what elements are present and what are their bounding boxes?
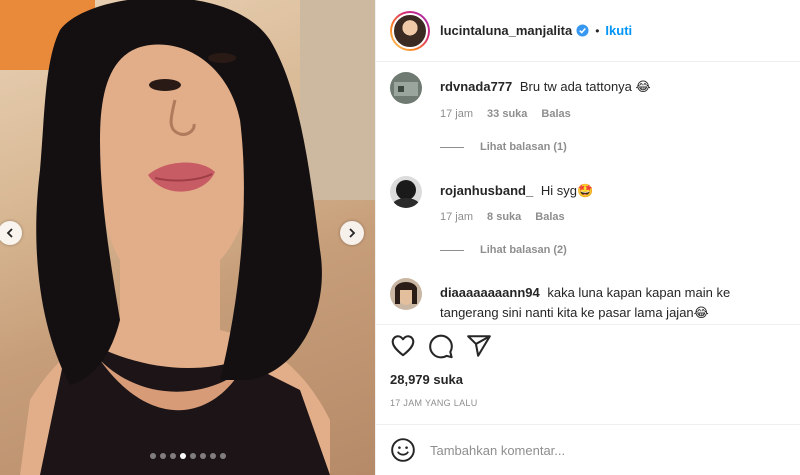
view-replies-button[interactable]: Lihat balasan (1) xyxy=(440,141,567,153)
reply-button[interactable]: Balas xyxy=(535,211,564,223)
author-avatar[interactable] xyxy=(390,10,430,51)
add-comment-bar xyxy=(376,424,800,475)
next-slide-button[interactable] xyxy=(340,221,364,245)
comment-time[interactable]: 17 jam xyxy=(440,211,473,223)
chevron-right-icon xyxy=(349,228,356,238)
comment-input[interactable] xyxy=(430,442,770,458)
slide-dot xyxy=(159,453,166,459)
reply-button[interactable]: Balas xyxy=(541,108,570,120)
comment-text-block: rdvnada777 Bru tw ada tattonya 😂 xyxy=(440,77,790,98)
comment-list: rdvnada777 Bru tw ada tattonya 😂 17 jam … xyxy=(376,62,800,324)
slide-dot-active xyxy=(179,453,186,459)
commenter-avatar[interactable] xyxy=(390,72,422,104)
comment-text-block: diaaaaaaaann94 kaka luna kapan kapan mai… xyxy=(440,283,790,324)
commenter-username[interactable]: rdvnada777 xyxy=(440,79,512,94)
slide-dot xyxy=(199,453,206,459)
comment-bubble-icon[interactable] xyxy=(428,333,454,359)
slide-dot xyxy=(209,453,216,459)
view-replies-label: Lihat balasan (2) xyxy=(480,244,567,256)
comment-meta: 17 jam 8 suka Balas xyxy=(440,211,565,223)
header-separator: • xyxy=(595,23,600,38)
slide-indicator xyxy=(0,453,375,459)
view-replies-button[interactable]: Lihat balasan (2) xyxy=(440,244,567,256)
replies-divider xyxy=(440,249,464,251)
verified-badge-icon xyxy=(576,24,589,37)
post-timestamp[interactable]: 17 JAM YANG LALU xyxy=(390,398,478,408)
author-username[interactable]: lucintaluna_manjalita xyxy=(440,23,572,38)
comment-time[interactable]: 17 jam xyxy=(440,108,473,120)
post-media xyxy=(0,0,375,475)
heart-icon[interactable] xyxy=(390,333,416,359)
slide-dot xyxy=(169,453,176,459)
post-photo xyxy=(20,0,330,475)
slide-dot xyxy=(189,453,196,459)
view-replies-label: Lihat balasan (1) xyxy=(480,141,567,153)
comment-text: Hi syg xyxy=(540,183,577,198)
paper-plane-icon[interactable] xyxy=(466,333,492,359)
chevron-left-icon xyxy=(6,228,13,238)
slide-dot xyxy=(219,453,226,459)
comment-emoji: 😂 xyxy=(693,306,709,321)
comment-likes[interactable]: 8 suka xyxy=(487,211,521,223)
comment-text: Bru tw ada tattonya xyxy=(519,79,632,94)
smiley-icon[interactable] xyxy=(390,437,416,463)
comment-emoji: 🤩 xyxy=(576,184,594,199)
commenter-username[interactable]: diaaaaaaaann94 xyxy=(440,285,540,300)
like-count[interactable]: 28,979 suka xyxy=(390,372,463,387)
comment-meta: 17 jam 33 suka Balas xyxy=(440,108,571,120)
comment-emoji: 😂 xyxy=(635,80,651,95)
follow-button[interactable]: Ikuti xyxy=(605,23,632,38)
replies-divider xyxy=(440,146,464,148)
commenter-avatar[interactable] xyxy=(390,176,422,208)
commenter-username[interactable]: rojanhusband_ xyxy=(440,183,533,198)
comment-text-block: rojanhusband_ Hi syg🤩 xyxy=(440,181,790,202)
commenter-avatar[interactable] xyxy=(390,278,422,310)
post-header: lucintaluna_manjalita • Ikuti xyxy=(376,0,800,62)
post-actions xyxy=(376,324,800,364)
comment-likes[interactable]: 33 suka xyxy=(487,108,527,120)
slide-dot xyxy=(149,453,156,459)
post-panel: lucintaluna_manjalita • Ikuti rdvnada777… xyxy=(375,0,800,475)
